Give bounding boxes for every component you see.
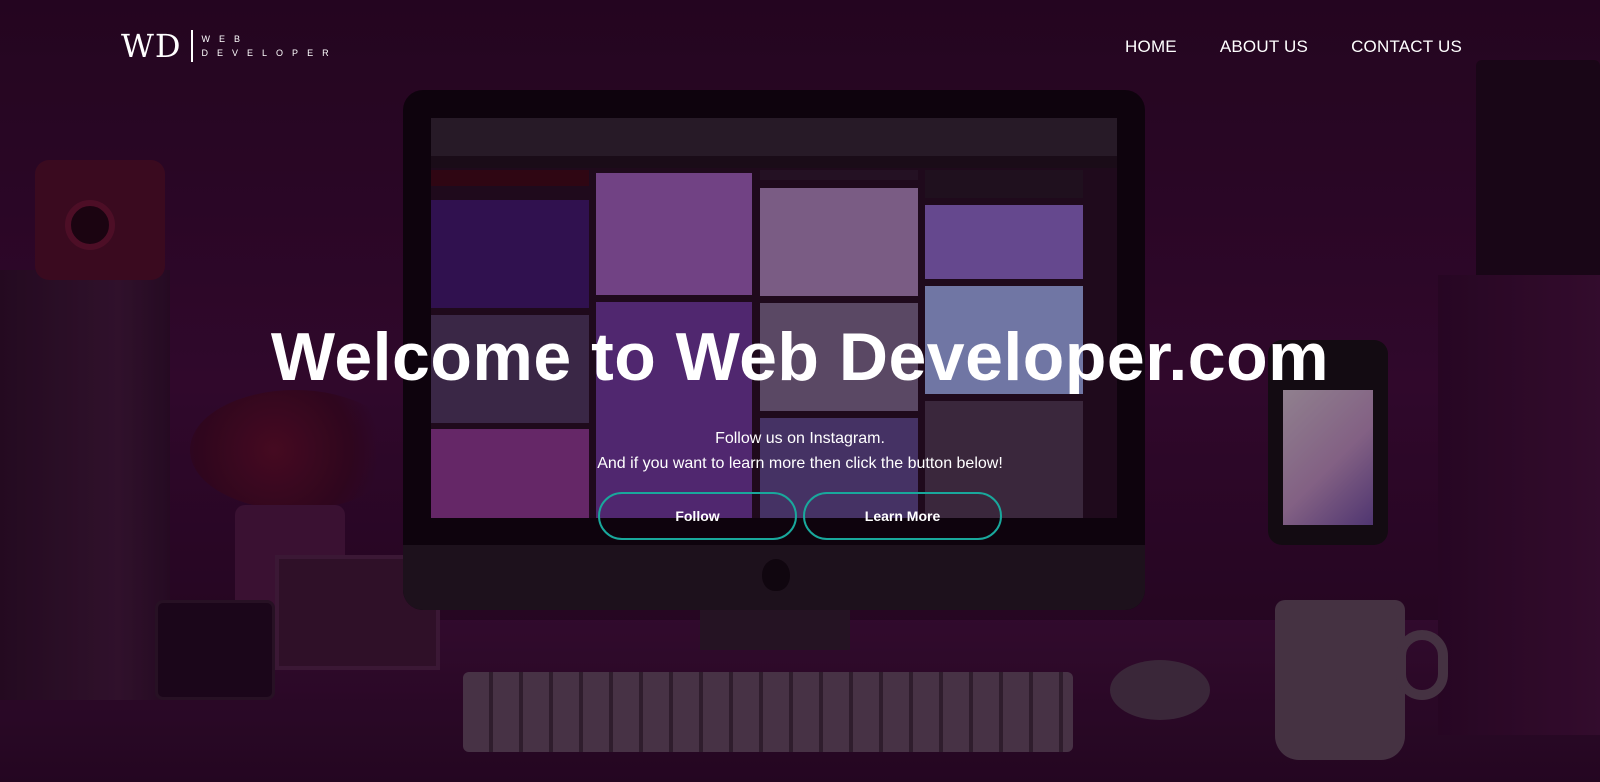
learn-more-button[interactable]: Learn More xyxy=(803,492,1002,540)
hero-subtitle: Follow us on Instagram. And if you want … xyxy=(0,426,1600,476)
hero-subtitle-line-2: And if you want to learn more then click… xyxy=(597,455,1003,472)
logo-line-1: WEB xyxy=(201,33,250,44)
logo-wordmark: WEB DEVELOPER xyxy=(201,33,338,58)
main-nav: HOME ABOUT US CONTACT US xyxy=(1125,37,1462,57)
nav-about-link[interactable]: ABOUT US xyxy=(1220,37,1308,57)
nav-home-link[interactable]: HOME xyxy=(1125,37,1177,57)
follow-button[interactable]: Follow xyxy=(598,492,797,540)
logo-line-2: DEVELOPER xyxy=(201,47,338,58)
site-logo[interactable]: WD WEB DEVELOPER xyxy=(121,30,338,62)
logo-mark: WD xyxy=(121,27,182,65)
hero-buttons: Follow Learn More xyxy=(598,492,1002,540)
hero-title: Welcome to Web Developer.com xyxy=(270,319,1330,395)
nav-contact-link[interactable]: CONTACT US xyxy=(1351,37,1462,57)
logo-divider xyxy=(190,30,193,62)
hero-subtitle-line-1: Follow us on Instagram. xyxy=(715,430,885,447)
